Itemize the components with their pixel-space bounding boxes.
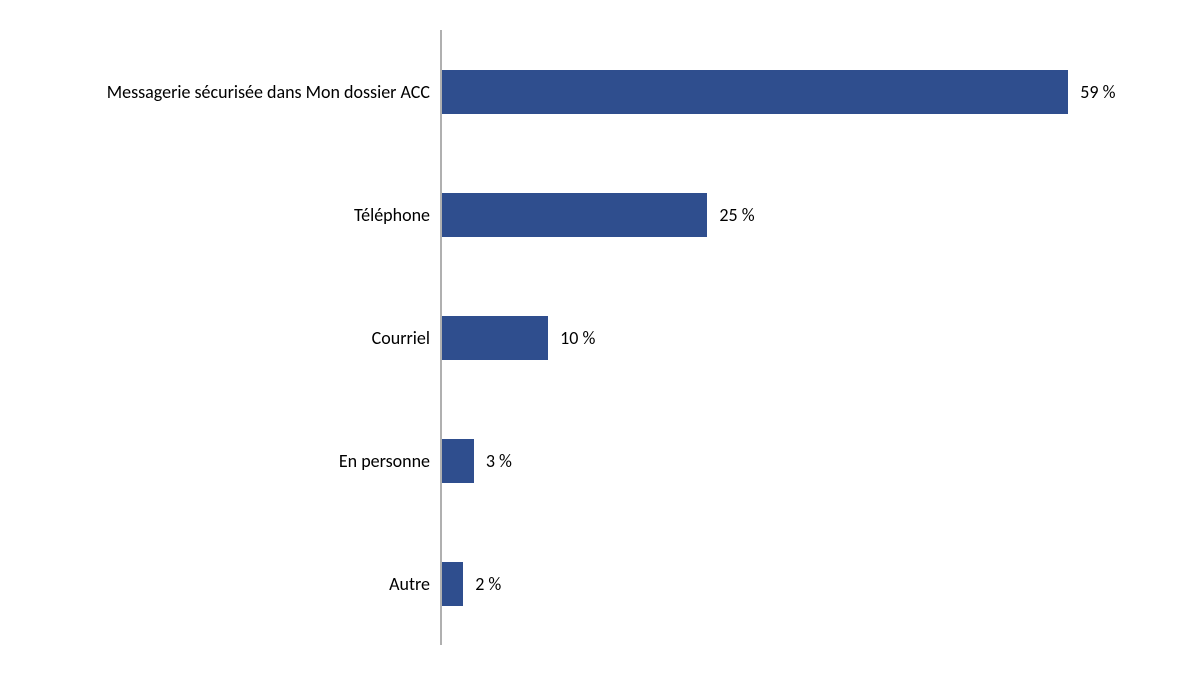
- bar-row: 59 %: [442, 30, 1162, 153]
- bar: [442, 439, 474, 483]
- value-label: 3 %: [486, 450, 512, 472]
- category-label: Autre: [0, 573, 430, 595]
- bar-row: 10 %: [442, 276, 1162, 399]
- plot-area: 59 % 25 % 10 % 3 % 2 %: [440, 30, 1162, 645]
- value-label: 10 %: [560, 327, 595, 349]
- value-label: 2 %: [475, 573, 501, 595]
- category-text: Courriel: [372, 327, 430, 349]
- category-text: Autre: [389, 573, 430, 595]
- bar-row: 25 %: [442, 153, 1162, 276]
- category-label: En personne: [0, 450, 430, 472]
- category-text: Messagerie sécurisée dans Mon dossier AC…: [107, 81, 430, 103]
- category-text: Téléphone: [354, 204, 430, 226]
- bar: [442, 70, 1068, 114]
- value-label: 25 %: [719, 204, 754, 226]
- category-label: Téléphone: [0, 204, 430, 226]
- value-label: 59 %: [1080, 81, 1115, 103]
- bar: [442, 562, 463, 606]
- category-label: Messagerie sécurisée dans Mon dossier AC…: [0, 81, 430, 103]
- bar: [442, 316, 548, 360]
- category-label: Courriel: [0, 327, 430, 349]
- bar: [442, 193, 707, 237]
- bar-row: 3 %: [442, 399, 1162, 522]
- bar-chart: Messagerie sécurisée dans Mon dossier AC…: [0, 0, 1200, 675]
- category-text: En personne: [339, 450, 430, 472]
- bar-row: 2 %: [442, 522, 1162, 645]
